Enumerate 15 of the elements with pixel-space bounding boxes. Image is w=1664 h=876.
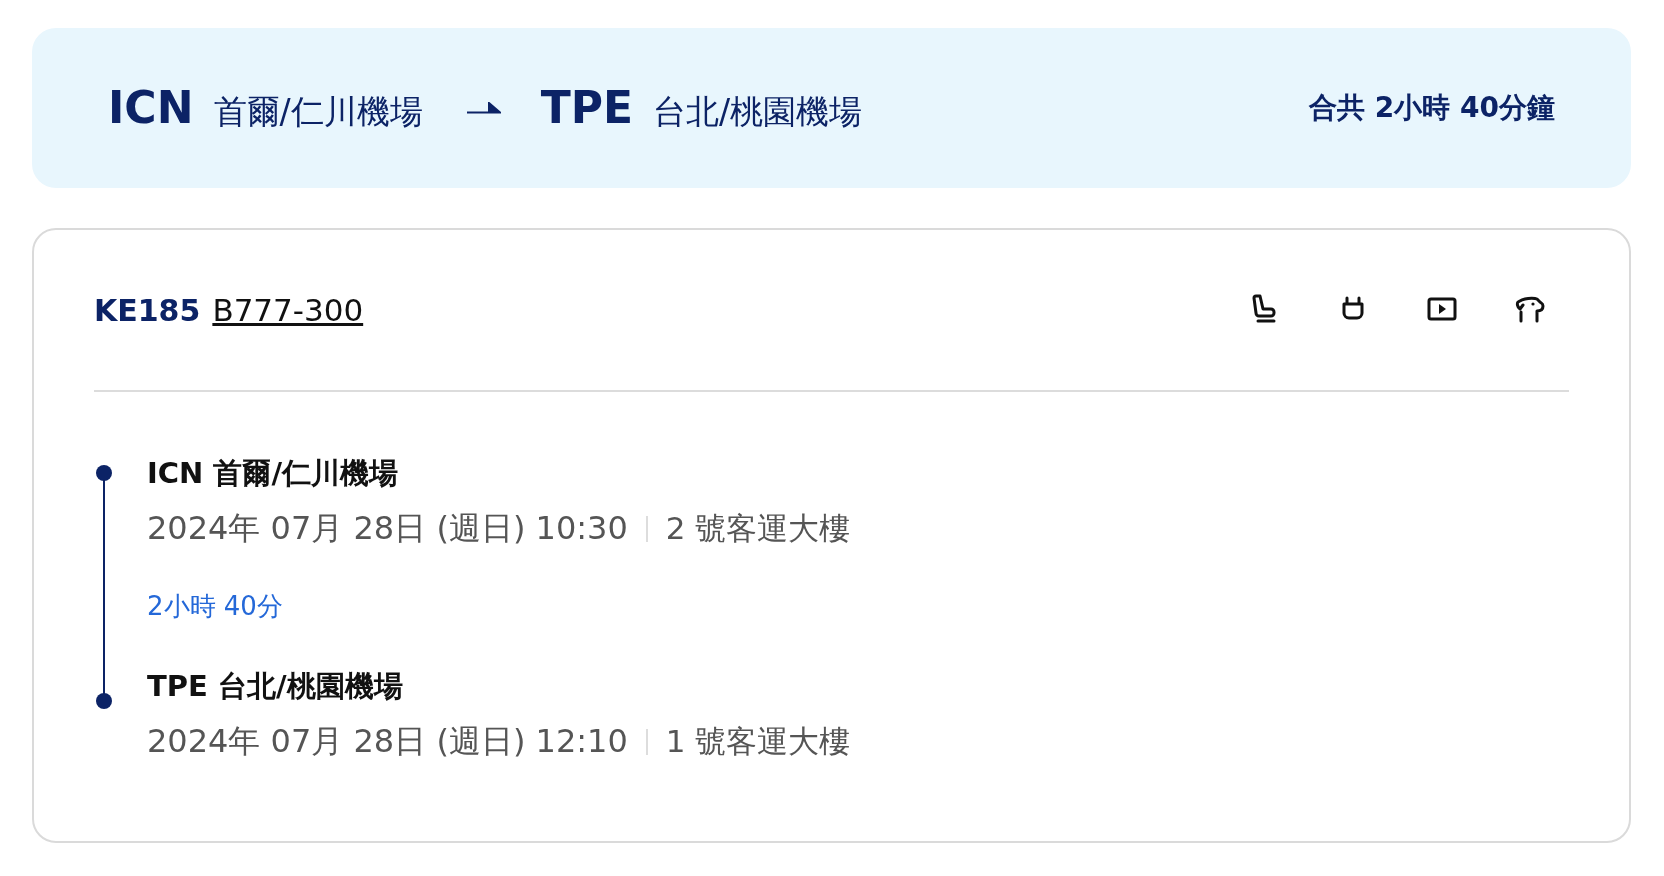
total-duration: 合共 2小時 40分鐘 <box>1309 90 1555 126</box>
airport-code: ICN <box>108 81 194 133</box>
flight-number: KE185 <box>94 293 201 328</box>
airport-name: 首爾/仁川機場 <box>213 90 423 133</box>
flight-duration: 2小時 40分 <box>147 590 284 623</box>
terminal-label: 1 號客運大樓 <box>665 722 851 761</box>
airport-code: TPE <box>540 81 633 133</box>
station-name: TPE 台北/桃園機場 <box>147 668 404 704</box>
arrow-icon <box>466 102 501 114</box>
aircraft-link[interactable]: B777-300 <box>212 292 364 328</box>
departure-time: 2024年 07月 28日 (週日) 12:10 <box>147 721 628 762</box>
airport-name: 台北/桃園機場 <box>652 90 863 133</box>
terminal-label: 2 號客運大樓 <box>665 509 851 548</box>
departure-time: 2024年 07月 28日 (週日) 10:30 <box>147 508 628 549</box>
station-name: ICN 首爾/仁川機場 <box>147 455 400 491</box>
